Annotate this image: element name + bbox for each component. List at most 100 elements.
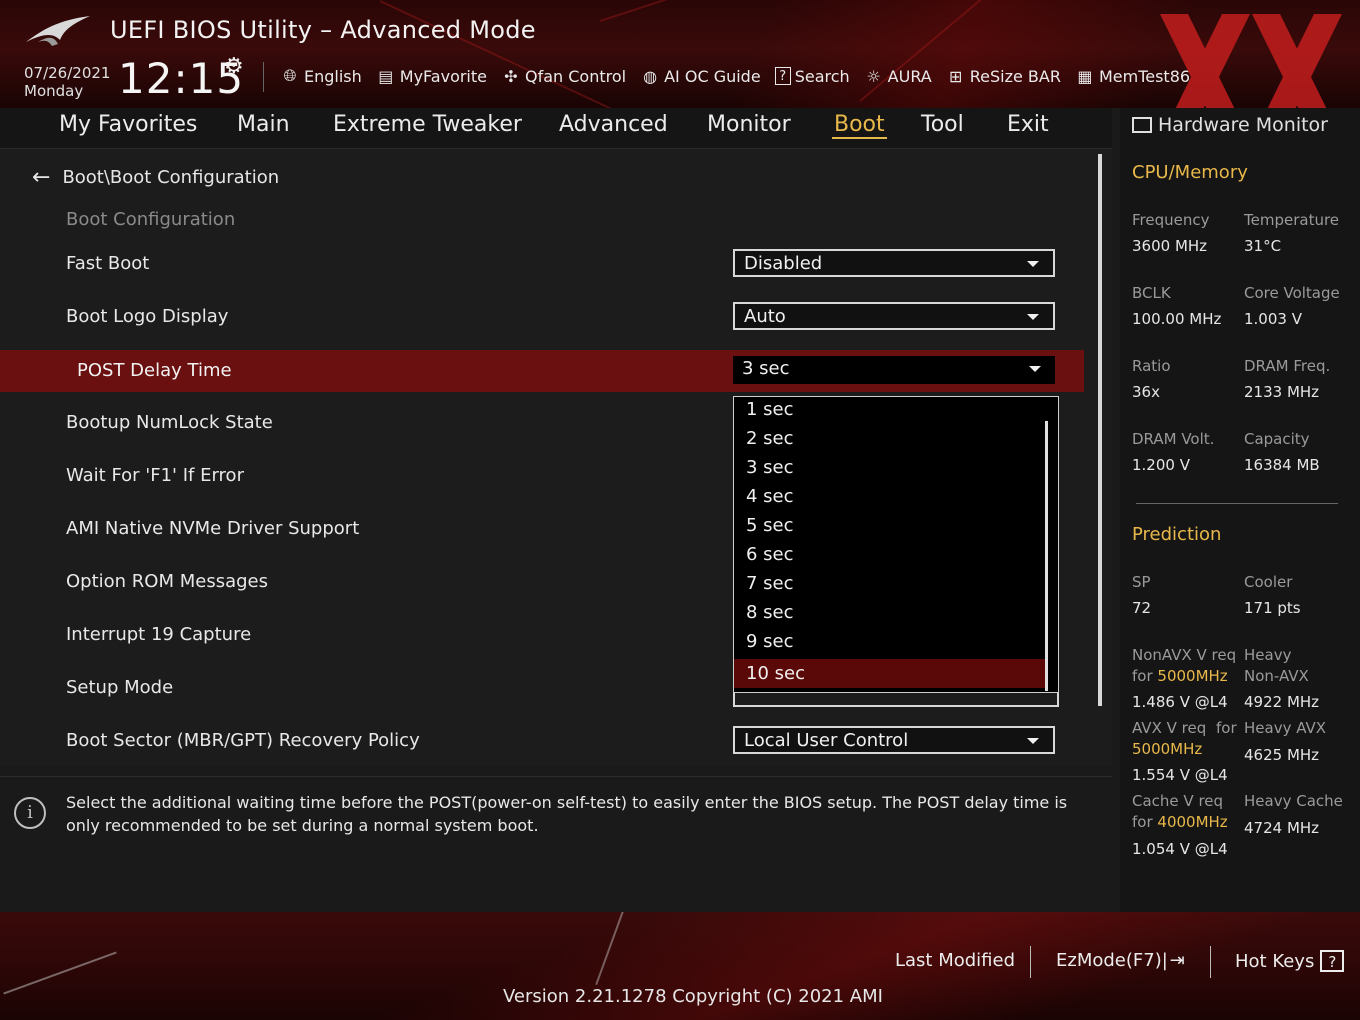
search-label: Search (794, 66, 850, 86)
fan-icon: ✣ (504, 66, 518, 86)
setting-row-fast-boot[interactable]: Fast Boot Disabled (0, 243, 1084, 285)
language-button[interactable]: 🌐︎ English (280, 66, 362, 86)
search-icon: ? (774, 67, 791, 85)
rog-logo-icon (26, 16, 90, 46)
tab-extreme-tweaker[interactable]: Extreme Tweaker (331, 112, 524, 137)
select-value: 3 sec (742, 358, 790, 379)
option-9-sec[interactable]: 9 sec (746, 631, 794, 652)
nonavx-vreq-label: NonAVX V req (1132, 646, 1237, 664)
resize-bar-button[interactable]: ⊞ ReSize BAR (946, 67, 1061, 86)
frequency-label: Frequency (1132, 211, 1210, 229)
frequency-value: 3600 MHz (1132, 237, 1208, 255)
aura-button[interactable]: ☼ AURA (864, 66, 932, 86)
memtest-icon: ▦ (1077, 66, 1093, 86)
core-voltage-value: 1.003 V (1244, 310, 1302, 328)
decor-streak (599, 0, 1000, 22)
cache-vreq-label: Cache V req (1132, 792, 1224, 810)
boot-sector-recovery-select[interactable]: Local User Control (733, 726, 1055, 754)
cooler-label: Cooler (1244, 573, 1293, 591)
back-arrow-icon[interactable]: ← (32, 165, 50, 190)
settings-scrollbar[interactable] (1098, 154, 1102, 706)
setting-row-boot-sector-recovery-policy[interactable]: Boot Sector (MBR/GPT) Recovery Policy Lo… (0, 720, 1084, 762)
breadcrumb-text: Boot\Boot Configuration (62, 167, 280, 188)
option-10-sec[interactable]: 10 sec (734, 659, 1046, 688)
setting-label: Boot Logo Display (66, 306, 229, 327)
option-8-sec[interactable]: 8 sec (746, 602, 794, 623)
aura-label: AURA (887, 66, 932, 86)
ezmode-button[interactable]: EzMode(F7)| ⇥ (1056, 950, 1185, 971)
setting-label: Wait For 'F1' If Error (66, 465, 244, 486)
ezmode-label: EzMode(F7)| (1056, 950, 1168, 971)
nonavx-for-line: for 5000MHz (1132, 666, 1228, 687)
tab-my-favorites[interactable]: My Favorites (57, 112, 199, 137)
info-icon: i (14, 797, 46, 829)
avx-vreq-value: 1.554 V @L4 (1132, 766, 1228, 784)
fast-boot-select[interactable]: Disabled (733, 249, 1055, 277)
post-delay-time-select[interactable]: 3 sec (733, 356, 1055, 384)
heavy-nonavx-value: 4922 MHz (1244, 693, 1320, 711)
heavy-nonavx-label-2: Non-AVX (1244, 667, 1309, 685)
chevron-down-icon (1027, 738, 1039, 744)
heavy-cache-value: 4724 MHz (1244, 819, 1320, 837)
setting-label: Bootup NumLock State (66, 412, 273, 433)
avx-target-freq: 5000MHz (1132, 740, 1203, 758)
tab-exit[interactable]: Exit (1005, 112, 1051, 137)
last-modified-button[interactable]: Last Modified (895, 950, 1015, 971)
ai-oc-guide-label: AI OC Guide (664, 66, 761, 86)
option-1-sec[interactable]: 1 sec (746, 399, 794, 420)
option-5-sec[interactable]: 5 sec (746, 515, 794, 536)
tab-advanced[interactable]: Advanced (557, 112, 670, 137)
globe-icon: 🌐︎ (283, 66, 297, 85)
setting-label: AMI Native NVMe Driver Support (66, 518, 360, 539)
post-delay-options-list[interactable]: 1 sec 2 sec 3 sec 4 sec 5 sec 6 sec 7 se… (733, 396, 1059, 693)
tab-monitor[interactable]: Monitor (705, 112, 793, 137)
help-panel: i Select the additional waiting time bef… (0, 776, 1112, 913)
qfan-control-label: Qfan Control (525, 66, 627, 86)
sp-value: 72 (1132, 599, 1152, 617)
resize-bar-label: ReSize BAR (969, 66, 1061, 86)
avx-vreq-label: AVX V req (1132, 719, 1207, 737)
ai-oc-guide-button[interactable]: ◍ AI OC Guide (640, 67, 761, 86)
cache-for: for (1132, 813, 1153, 831)
version-text: Version 2.21.1278 Copyright (C) 2021 AMI (503, 986, 883, 1007)
option-7-sec[interactable]: 7 sec (746, 573, 794, 594)
setting-row-boot-logo-display[interactable]: Boot Logo Display Auto (0, 296, 1084, 338)
date-text: 07/26/2021 (24, 64, 111, 82)
setting-row-post-delay-time[interactable]: POST Delay Time 3 sec (0, 350, 1084, 392)
options-scrollbar[interactable] (1045, 421, 1048, 691)
option-3-sec[interactable]: 3 sec (746, 457, 794, 478)
hardware-monitor-title: Hardware Monitor (1132, 114, 1328, 136)
footer-separator (1210, 946, 1211, 978)
setting-label: POST Delay Time (77, 360, 232, 381)
search-button[interactable]: ? Search (774, 66, 850, 86)
favorite-icon: ▤ (378, 66, 394, 86)
cache-target-freq: 4000MHz (1157, 813, 1228, 831)
tab-main[interactable]: Main (235, 112, 292, 137)
dram-freq-label: DRAM Freq. (1244, 357, 1331, 375)
heavy-avx-label: Heavy AVX (1244, 719, 1327, 737)
tab-tool[interactable]: Tool (919, 112, 966, 137)
dram-volt-value: 1.200 V (1132, 456, 1190, 474)
option-6-sec[interactable]: 6 sec (746, 544, 794, 565)
setting-label: Setup Mode (66, 677, 174, 698)
option-2-sec[interactable]: 2 sec (746, 428, 794, 449)
boot-logo-display-select[interactable]: Auto (733, 302, 1055, 330)
prediction-heading: Prediction (1132, 524, 1222, 545)
avx-for: for (1216, 719, 1237, 737)
select-value: Auto (744, 306, 786, 327)
cache-for-line: for 4000MHz (1132, 812, 1228, 833)
help-question-icon: ? (1320, 950, 1345, 972)
help-text: Select the additional waiting time befor… (66, 793, 1068, 835)
tab-boot[interactable]: Boot (832, 112, 887, 139)
capacity-label: Capacity (1244, 430, 1310, 448)
select-value: Disabled (744, 253, 823, 274)
header-toolbar: 🌐︎ English ▤ MyFavorite ✣ Qfan Control ◍… (280, 62, 1204, 90)
hot-keys-button[interactable]: Hot Keys ? (1235, 950, 1345, 972)
qfan-control-button[interactable]: ✣ Qfan Control (501, 67, 626, 86)
ai-oc-icon: ◍ (643, 66, 658, 86)
clock-settings-gear-icon[interactable]: ⚙ (224, 54, 244, 79)
myfavorite-button[interactable]: ▤ MyFavorite (376, 67, 487, 86)
option-4-sec[interactable]: 4 sec (746, 486, 794, 507)
header-bar: UEFI BIOS Utility – Advanced Mode 07/26/… (0, 0, 1360, 108)
capacity-value: 16384 MB (1244, 456, 1320, 474)
